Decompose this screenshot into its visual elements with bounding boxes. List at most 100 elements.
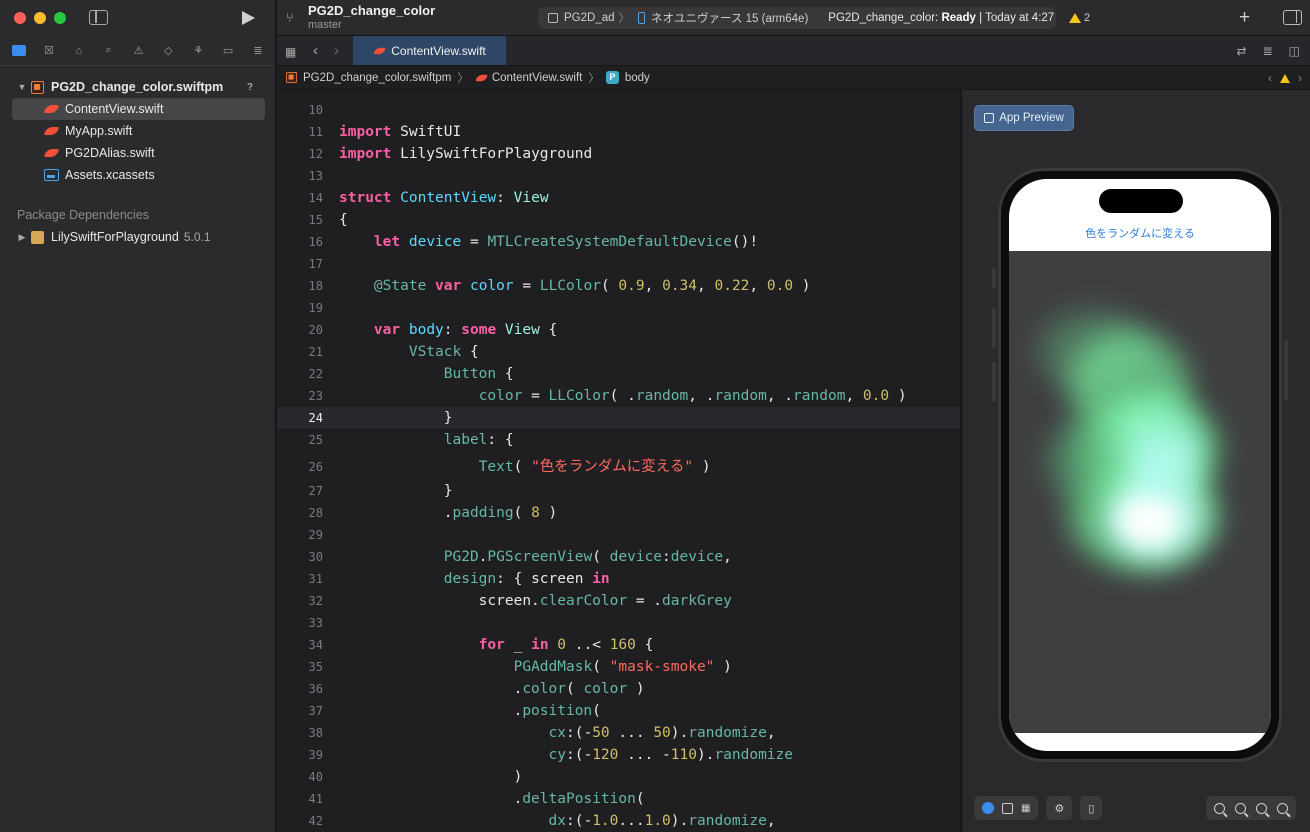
random-color-button[interactable]: 色をランダムに変える: [1009, 225, 1271, 241]
code-line: 42 dx:(-1.0...1.0).randomize,: [308, 813, 776, 829]
preview-canvas: App Preview 色をランダムに変える ▦ ⚙ ▯: [961, 90, 1310, 832]
zoom-window-button[interactable]: [54, 12, 66, 24]
project-title[interactable]: PG2D_change_color: [308, 3, 435, 18]
code-line: 27 }: [308, 483, 453, 499]
swift-file-icon: [45, 103, 59, 115]
jump-file[interactable]: ContentView.swift: [492, 72, 583, 84]
code-line: 37 .position(: [308, 703, 601, 719]
device-selector-icon[interactable]: ▯: [1088, 802, 1094, 815]
tree-item-assets[interactable]: Assets.xcassets: [0, 164, 275, 186]
report-icon[interactable]: ≣: [251, 44, 265, 57]
split-editor-icon[interactable]: ◫: [1289, 44, 1300, 58]
file-tree: ▼ PG2D_change_color.swiftpm ? ContentVie…: [0, 66, 275, 248]
branch-icon: ⑂: [286, 10, 294, 25]
navigator-tab-bar: ☒ ⌂ ⌕ ⚠ ◇ ⚘ ▭ ≣: [0, 36, 275, 66]
zoom-to-fit-icon[interactable]: [1277, 802, 1288, 814]
code-line: 34 for _ in 0 ..< 160 {: [308, 637, 654, 653]
code-line: 22 Button {: [308, 366, 514, 382]
next-issue-icon[interactable]: ›: [1298, 71, 1302, 85]
code-line: 15{: [308, 212, 348, 228]
previous-issue-icon[interactable]: ‹: [1268, 71, 1272, 85]
code-line: 30 PG2D.PGScreenView( device:device,: [308, 549, 732, 565]
minimize-window-button[interactable]: [34, 12, 46, 24]
package-dependencies-header: Package Dependencies: [17, 208, 150, 222]
scheme-target[interactable]: PG2D_ad: [564, 12, 615, 24]
tree-item-contentview[interactable]: ContentView.swift: [12, 98, 265, 120]
tab-contentview[interactable]: ContentView.swift: [353, 36, 506, 65]
code-line: 29: [308, 528, 323, 542]
forward-chevron-icon[interactable]: ›: [334, 42, 339, 59]
warning-icon: [1069, 13, 1081, 23]
code-line: 11 import SwiftUI: [308, 124, 462, 140]
run-destination[interactable]: ネオユニヴァース 15 (arm64e): [651, 10, 808, 26]
warning-icon[interactable]: [1280, 73, 1290, 83]
scheme-status-bar[interactable]: PG2D_ad 〉 ネオユニヴァース 15 (arm64e) PG2D_chan…: [538, 7, 1056, 29]
debug-spray-icon[interactable]: ⚘: [191, 44, 205, 57]
code-line: 26 Text( "色をランダムに変える" ): [308, 459, 711, 475]
zoom-controls: [1206, 796, 1296, 820]
test-diamond-icon[interactable]: ◇: [161, 44, 175, 57]
selectable-mode-icon[interactable]: [1002, 802, 1013, 814]
iphone-frame: 色をランダムに変える: [998, 168, 1282, 762]
swift-file-icon: [375, 46, 386, 56]
refresh-arrows-icon[interactable]: ⇄: [1237, 44, 1247, 58]
preview-icon: [984, 113, 995, 123]
branch-name[interactable]: master: [308, 19, 342, 31]
zoom-in-icon[interactable]: [1256, 802, 1267, 814]
code-line: 19: [308, 301, 323, 315]
code-line: 36 .color( color ): [308, 681, 645, 697]
code-line: 17: [308, 257, 323, 271]
find-icon[interactable]: ⌕: [102, 44, 116, 57]
swift-file-icon: [476, 73, 487, 83]
tree-item-label: Assets.xcassets: [65, 168, 155, 182]
add-library-plus-icon[interactable]: +: [1239, 7, 1250, 29]
app-target-icon: [548, 13, 558, 23]
zoom-out-icon[interactable]: [1214, 802, 1225, 814]
related-items-grid-icon[interactable]: ▦: [285, 45, 296, 59]
project-navigator-folder-icon[interactable]: [12, 44, 26, 57]
jump-package[interactable]: PG2D_change_color.swiftpm: [303, 72, 451, 84]
jump-symbol[interactable]: body: [625, 72, 650, 84]
code-line: 35 PGAddMask( "mask-smoke" ): [308, 659, 732, 675]
bookmark-icon[interactable]: ⌂: [72, 44, 86, 57]
pg-screen-view[interactable]: [1009, 251, 1271, 733]
tree-item-myapp[interactable]: MyApp.swift: [0, 120, 275, 142]
inspector-toggle-icon[interactable]: [1283, 10, 1302, 25]
device-screen: 色をランダムに変える: [1009, 179, 1271, 751]
code-line: 14 struct ContentView: View: [308, 190, 549, 206]
property-badge-icon: P: [605, 71, 619, 84]
code-line: 10: [308, 103, 323, 117]
warning-count-badge[interactable]: 2: [1069, 12, 1090, 24]
live-preview-icon[interactable]: [982, 802, 994, 814]
code-line: 41 .deltaPosition(: [308, 791, 645, 807]
preview-controls: ▦ ⚙ ▯: [974, 796, 1103, 820]
window-controls: [0, 0, 275, 36]
variants-grid-icon[interactable]: ▦: [1021, 803, 1030, 814]
tree-item-pg2dalias[interactable]: PG2DAlias.swift: [0, 142, 275, 164]
dependency-name: LilySwiftForPlayground: [51, 230, 179, 244]
tree-item-label: ContentView.swift: [65, 102, 164, 116]
code-line: 12 import LilySwiftForPlayground: [308, 146, 593, 162]
chevron-right-icon[interactable]: ▶: [17, 232, 27, 243]
code-line: 31 design: { screen in: [308, 571, 610, 587]
tree-item-package[interactable]: ▼ PG2D_change_color.swiftpm ?: [0, 76, 275, 98]
dependency-version: 5.0.1: [183, 230, 211, 244]
code-line: 13: [308, 169, 323, 183]
tree-item-dependency[interactable]: ▶ LilySwiftForPlayground 5.0.1: [0, 226, 275, 248]
issue-warning-icon[interactable]: ⚠: [132, 44, 146, 57]
editor-options-icon[interactable]: ≣: [1263, 44, 1273, 58]
source-control-icon[interactable]: ☒: [42, 44, 56, 57]
close-window-button[interactable]: [14, 12, 26, 24]
back-chevron-icon[interactable]: ‹: [313, 42, 318, 59]
navigator-sidebar: ☒ ⌂ ⌕ ⚠ ◇ ⚘ ▭ ≣ ▼ PG2D_change_color.swif…: [0, 0, 276, 832]
device-settings-icon[interactable]: ⚙: [1054, 802, 1064, 815]
zoom-actual-icon[interactable]: [1235, 802, 1246, 814]
package-box-icon: [31, 230, 44, 244]
sidebar-toggle-icon[interactable]: [89, 10, 108, 25]
breakpoint-icon[interactable]: ▭: [221, 44, 235, 57]
code-line: 33: [308, 616, 323, 630]
source-editor[interactable]: 10 11 import SwiftUI 12 import LilySwiftFo…: [277, 90, 960, 832]
app-preview-button[interactable]: App Preview: [974, 105, 1074, 131]
run-play-icon[interactable]: [242, 11, 255, 25]
chevron-down-icon[interactable]: ▼: [17, 82, 27, 92]
